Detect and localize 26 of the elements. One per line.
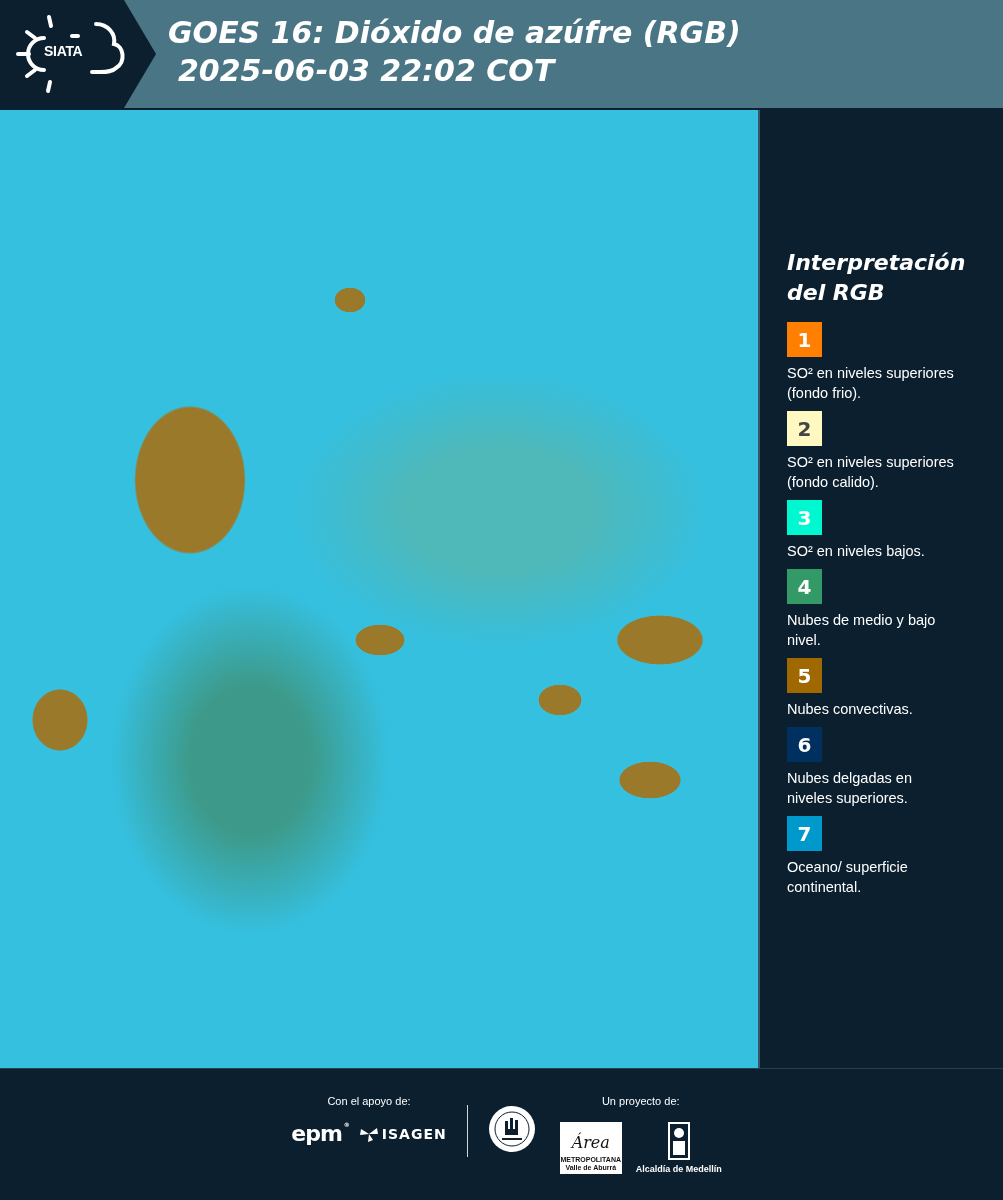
legend-description: Nubes convectivas. bbox=[787, 700, 914, 719]
legend-title: Interpretación del RGB bbox=[787, 249, 967, 307]
alcaldia-logo-text: Alcaldía de Medellín bbox=[635, 1164, 722, 1174]
epm-logo: epm$^{®}$ bbox=[291, 1121, 349, 1146]
map-title: GOES 16: Dióxido de azúfre (RGB) bbox=[168, 14, 741, 52]
support-label: Con el apoyo de: bbox=[327, 1095, 411, 1107]
seal-emblem bbox=[487, 1105, 536, 1153]
legend-description: Oceano/ superficie continental. bbox=[787, 858, 909, 897]
legend-description: SO² en niveles superiores (fondo calido). bbox=[787, 453, 955, 492]
color-swatch: 3 bbox=[787, 500, 822, 535]
color-swatch: 6 bbox=[787, 727, 822, 762]
sun-cloud-icon bbox=[16, 14, 126, 94]
legend-description: SO² en niveles bajos. bbox=[787, 542, 926, 561]
color-swatch: 5 bbox=[787, 658, 822, 693]
color-swatch: 1 bbox=[787, 322, 822, 357]
color-swatch: 4 bbox=[787, 569, 822, 604]
legend-description: Nubes de medio y bajo nivel. bbox=[787, 611, 937, 650]
timestamp: 2025-06-03 22:02 COT bbox=[177, 52, 557, 90]
isagen-logo: ISAGEN bbox=[381, 1125, 447, 1142]
logo-text: SIATA bbox=[44, 43, 83, 59]
coat-of-arms-icon bbox=[665, 1121, 692, 1161]
color-swatch: 7 bbox=[787, 816, 822, 851]
legend-description: SO² en niveles superiores (fondo frio). bbox=[787, 364, 955, 403]
legend-description: Nubes delgadas en niveles superiores. bbox=[787, 769, 913, 808]
project-label: Un proyecto de: bbox=[601, 1095, 680, 1107]
color-swatch: 2 bbox=[787, 411, 822, 446]
